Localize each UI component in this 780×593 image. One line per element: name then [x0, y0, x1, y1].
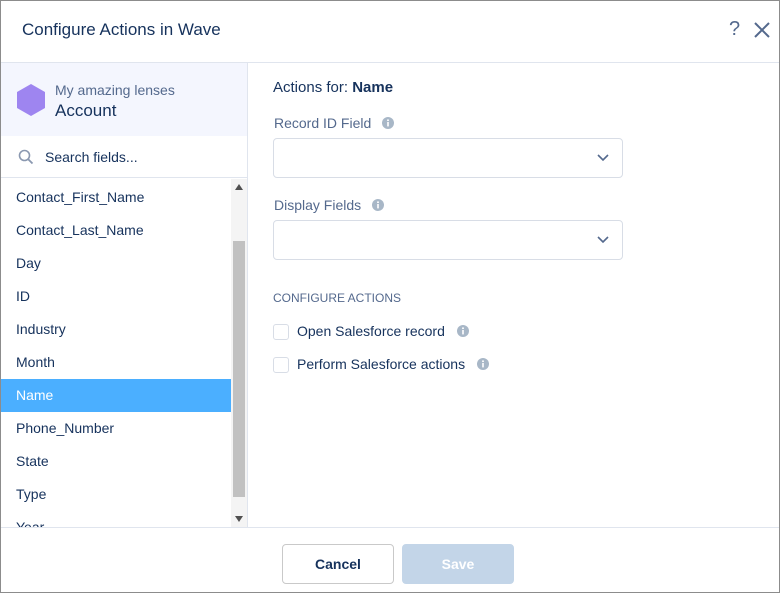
scrollbar-thumb[interactable] [233, 241, 245, 497]
display-fields-label: Display Fields [274, 197, 362, 213]
info-icon[interactable] [382, 117, 395, 129]
cancel-button[interactable]: Cancel [282, 544, 394, 584]
field-sidebar: My amazing lenses Account Contact_First_… [1, 63, 248, 527]
info-icon[interactable] [456, 325, 469, 337]
perform-actions-label-row: Perform Salesforce actions [297, 356, 489, 372]
field-list: Contact_First_Name Contact_Last_Name Day… [1, 179, 231, 527]
close-icon[interactable] [751, 19, 773, 41]
field-item-contact-first-name[interactable]: Contact_First_Name [1, 181, 231, 214]
chevron-down-icon [597, 236, 609, 244]
dialog-footer: Cancel Save [1, 527, 779, 592]
scroll-down-arrow-icon[interactable] [234, 515, 244, 523]
field-item-phone-number[interactable]: Phone_Number [1, 412, 231, 445]
actions-for-prefix: Actions for: [273, 79, 353, 96]
lens-header: My amazing lenses Account [1, 63, 247, 136]
search-icon [18, 149, 34, 165]
open-record-label-row: Open Salesforce record [297, 323, 469, 339]
configure-actions-section-title: CONFIGURE ACTIONS [273, 291, 402, 305]
field-item-state[interactable]: State [1, 445, 231, 478]
actions-for-heading: Actions for: Name [273, 79, 393, 96]
field-item-type[interactable]: Type [1, 478, 231, 511]
lens-dataset: Account [55, 101, 117, 120]
dialog-header: Configure Actions in Wave ? [1, 1, 779, 63]
perform-actions-label: Perform Salesforce actions [297, 356, 466, 372]
record-id-label: Record ID Field [274, 115, 372, 131]
perform-actions-checkbox[interactable] [273, 357, 289, 373]
chevron-down-icon [597, 154, 609, 162]
help-button[interactable]: ? [729, 18, 740, 41]
field-item-industry[interactable]: Industry [1, 313, 231, 346]
info-icon[interactable] [476, 358, 489, 370]
record-id-field-select[interactable] [273, 138, 623, 178]
dialog-title: Configure Actions in Wave [22, 20, 221, 39]
configure-actions-dialog: Configure Actions in Wave ? My amazing l… [0, 0, 780, 593]
hexagon-icon [17, 84, 45, 116]
scroll-up-arrow-icon[interactable] [234, 183, 244, 191]
field-item-id[interactable]: ID [1, 280, 231, 313]
search-bar [1, 136, 247, 178]
actions-for-field: Name [352, 79, 394, 96]
field-item-year[interactable]: Year [1, 511, 231, 527]
display-fields-label-row: Display Fields [274, 197, 385, 213]
display-fields-select[interactable] [273, 220, 623, 260]
record-id-label-row: Record ID Field [274, 115, 395, 131]
info-icon[interactable] [372, 199, 385, 211]
field-item-contact-last-name[interactable]: Contact_Last_Name [1, 214, 231, 247]
actions-config-panel: Actions for: Name Record ID Field Displa… [249, 63, 779, 527]
field-item-month[interactable]: Month [1, 346, 231, 379]
field-list-scrollbar[interactable] [231, 179, 247, 527]
lens-name: My amazing lenses [55, 82, 175, 98]
field-item-day[interactable]: Day [1, 247, 231, 280]
open-record-label: Open Salesforce record [297, 323, 445, 339]
field-item-name[interactable]: Name [1, 379, 231, 412]
open-record-checkbox[interactable] [273, 324, 289, 340]
search-input[interactable] [45, 146, 235, 168]
save-button[interactable]: Save [402, 544, 514, 584]
